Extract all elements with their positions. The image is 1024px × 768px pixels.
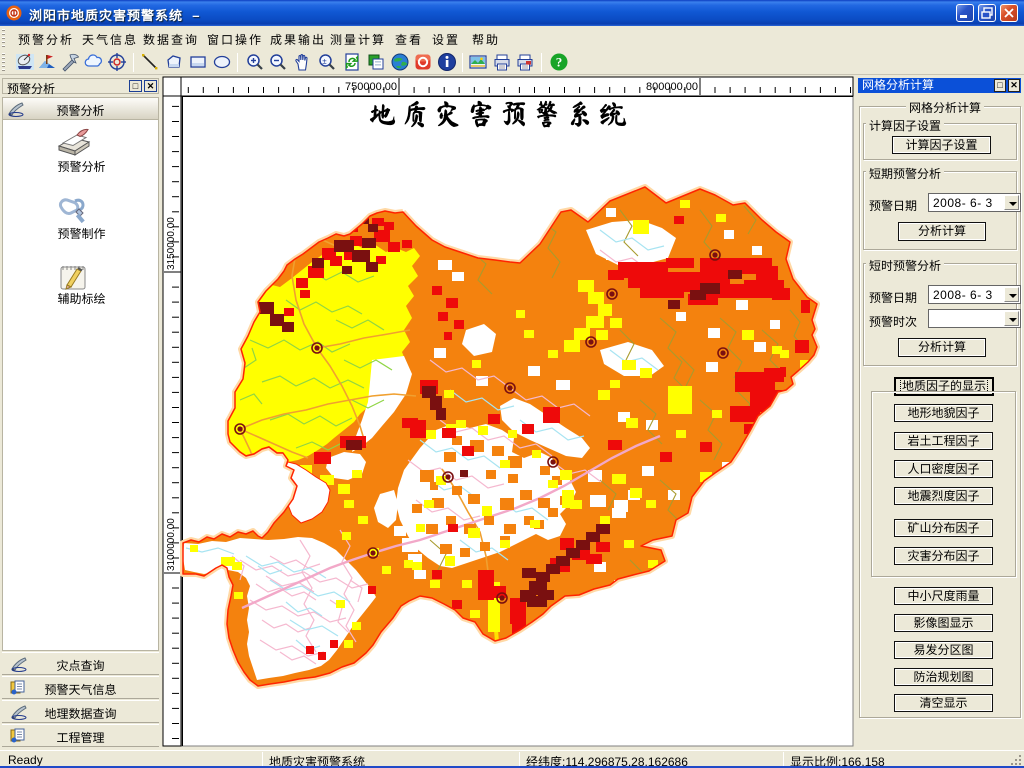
svg-text:±: ±: [322, 57, 327, 66]
svg-text:3150000.00: 3150000.00: [166, 217, 177, 270]
svg-text:?: ?: [556, 55, 563, 70]
svg-text:3100000.00: 3100000.00: [166, 518, 177, 571]
svg-text:750000.00: 750000.00: [345, 81, 397, 93]
svg-text:800000.00: 800000.00: [646, 81, 698, 93]
svg-text:地质灾害预警系统: 地质灾害预警系统: [368, 100, 632, 128]
